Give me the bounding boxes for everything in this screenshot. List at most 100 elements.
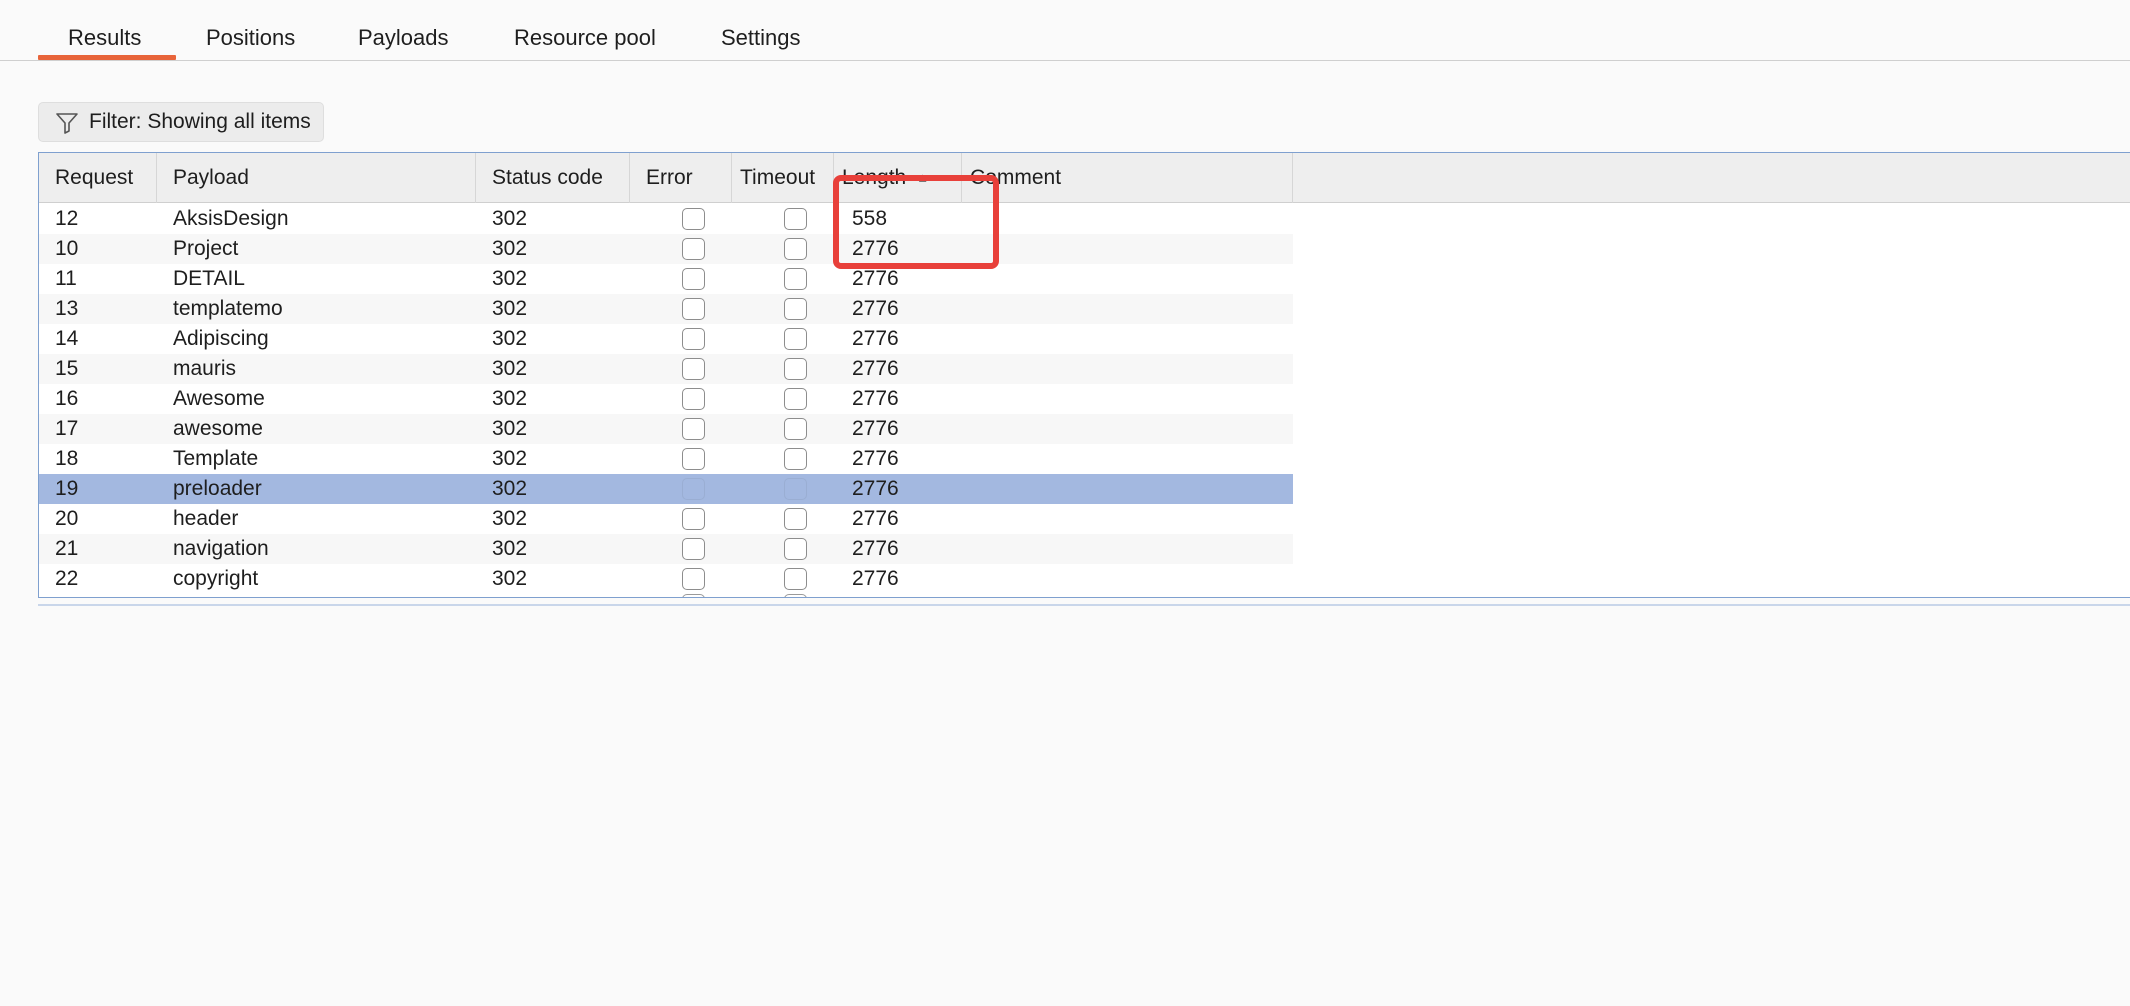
table-row[interactable]: 16 Awesome 302 2776	[39, 384, 1293, 414]
cell-payload: Adipiscing	[173, 327, 269, 350]
cell-request: 20	[55, 507, 79, 530]
cell-payload: header	[173, 507, 239, 530]
table-row[interactable]: 18 Template 302 2776	[39, 444, 1293, 474]
cell-payload: templatemo	[173, 297, 283, 320]
table-row[interactable]: 19 preloader 302 2776	[39, 474, 1293, 504]
cell-request: 13	[55, 297, 79, 320]
column-header-status-code[interactable]: Status code	[476, 153, 630, 203]
cell-status-code: 302	[492, 357, 528, 380]
cell-comment	[980, 384, 1280, 414]
timeout-checkbox[interactable]	[784, 448, 807, 470]
error-checkbox[interactable]	[682, 358, 705, 380]
tab-results[interactable]: Results	[38, 0, 176, 60]
cell-comment	[980, 264, 1280, 294]
table-row[interactable]: 14 Adipiscing 302 2776	[39, 324, 1293, 354]
cell-length: 2776	[852, 267, 899, 290]
table-row[interactable]: 20 header 302 2776	[39, 504, 1293, 534]
cell-request: 21	[55, 537, 79, 560]
cell-length: 2776	[852, 567, 899, 590]
cell-comment	[980, 354, 1280, 384]
error-checkbox[interactable]	[682, 208, 705, 230]
timeout-checkbox[interactable]	[784, 538, 807, 560]
cell-payload: navigation	[173, 537, 269, 560]
tab-settings[interactable]: Settings	[721, 0, 801, 60]
sort-ascending-icon: ▲	[916, 170, 930, 186]
cell-comment	[980, 414, 1280, 444]
cell-comment	[980, 504, 1280, 534]
column-header-request[interactable]: Request	[39, 153, 157, 203]
column-header-timeout[interactable]: Timeout	[732, 153, 834, 203]
cell-comment	[980, 444, 1280, 474]
cell-request: 11	[55, 267, 77, 290]
error-checkbox[interactable]	[682, 418, 705, 440]
cell-payload: AksisDesign	[173, 207, 289, 230]
timeout-checkbox[interactable]	[784, 568, 807, 590]
error-checkbox[interactable]	[682, 538, 705, 560]
error-checkbox[interactable]	[682, 298, 705, 320]
cell-request: 19	[55, 477, 79, 500]
cell-status-code: 302	[492, 267, 528, 290]
cell-comment	[980, 294, 1280, 324]
tab-positions[interactable]: Positions	[206, 0, 295, 60]
cell-request: 17	[55, 417, 79, 440]
cell-request: 18	[55, 447, 79, 470]
table-row[interactable]: 10 Project 302 2776	[39, 234, 1293, 264]
error-checkbox[interactable]	[682, 238, 705, 260]
error-checkbox[interactable]	[682, 268, 705, 290]
column-header-payload[interactable]: Payload	[157, 153, 476, 203]
cell-status-code: 302	[492, 297, 528, 320]
timeout-checkbox[interactable]	[784, 238, 807, 260]
tab-resource-pool[interactable]: Resource pool	[514, 0, 656, 60]
cell-status-code: 302	[492, 417, 528, 440]
cell-payload: copyright	[173, 567, 259, 590]
timeout-checkbox[interactable]	[784, 508, 807, 530]
timeout-checkbox[interactable]	[784, 478, 807, 500]
filter-button[interactable]: Filter: Showing all items	[38, 102, 324, 142]
filter-label: Filter: Showing all items	[89, 110, 311, 133]
timeout-checkbox[interactable]	[784, 388, 807, 410]
error-checkbox[interactable]	[682, 448, 705, 470]
cell-request: 22	[55, 567, 79, 590]
cell-payload: mauris	[173, 357, 237, 380]
timeout-checkbox[interactable]	[784, 328, 807, 350]
table-divider	[38, 604, 2130, 606]
column-label: Error	[646, 166, 693, 189]
timeout-checkbox[interactable]	[784, 298, 807, 320]
cell-status-code: 302	[492, 237, 528, 260]
cell-status-code: 302	[492, 507, 528, 530]
cell-status-code: 302	[492, 207, 528, 230]
error-checkbox[interactable]	[682, 478, 705, 500]
timeout-checkbox[interactable]	[784, 208, 807, 230]
table-row[interactable]: 17 awesome 302 2776	[39, 414, 1293, 444]
timeout-checkbox[interactable]	[784, 268, 807, 290]
cell-comment	[980, 534, 1280, 564]
cell-status-code: 302	[492, 327, 528, 350]
table-row[interactable]: 21 navigation 302 2776	[39, 534, 1293, 564]
cell-status-code: 302	[492, 537, 528, 560]
table-row[interactable]: 22 copyright 302 2776	[39, 564, 1293, 594]
column-header-comment[interactable]: Comment	[962, 153, 1293, 203]
error-checkbox[interactable]	[682, 328, 705, 350]
error-checkbox[interactable]	[682, 568, 705, 590]
filter-icon	[56, 113, 78, 134]
cell-length: 2776	[852, 327, 899, 350]
table-row[interactable]: 12 AksisDesign 302 558	[39, 204, 1293, 234]
cell-length: 2776	[852, 507, 899, 530]
column-header-length[interactable]: Length ▲	[834, 153, 962, 203]
table-row[interactable]: 15 mauris 302 2776	[39, 354, 1293, 384]
column-header-error[interactable]: Error	[630, 153, 732, 203]
table-body: 12 AksisDesign 302 558 10 Project 302 2776 11 DET…	[39, 204, 1293, 594]
tab-payloads[interactable]: Payloads	[358, 0, 449, 60]
column-label: Timeout	[740, 166, 816, 189]
tab-bar: Results Positions Payloads Resource pool…	[0, 0, 2130, 61]
error-checkbox	[682, 594, 705, 597]
cell-comment	[980, 234, 1280, 264]
timeout-checkbox[interactable]	[784, 358, 807, 380]
cell-request: 10	[55, 237, 79, 260]
cell-payload: DETAIL	[173, 267, 245, 290]
timeout-checkbox[interactable]	[784, 418, 807, 440]
error-checkbox[interactable]	[682, 388, 705, 410]
table-row[interactable]: 11 DETAIL 302 2776	[39, 264, 1293, 294]
table-row[interactable]: 13 templatemo 302 2776	[39, 294, 1293, 324]
error-checkbox[interactable]	[682, 508, 705, 530]
